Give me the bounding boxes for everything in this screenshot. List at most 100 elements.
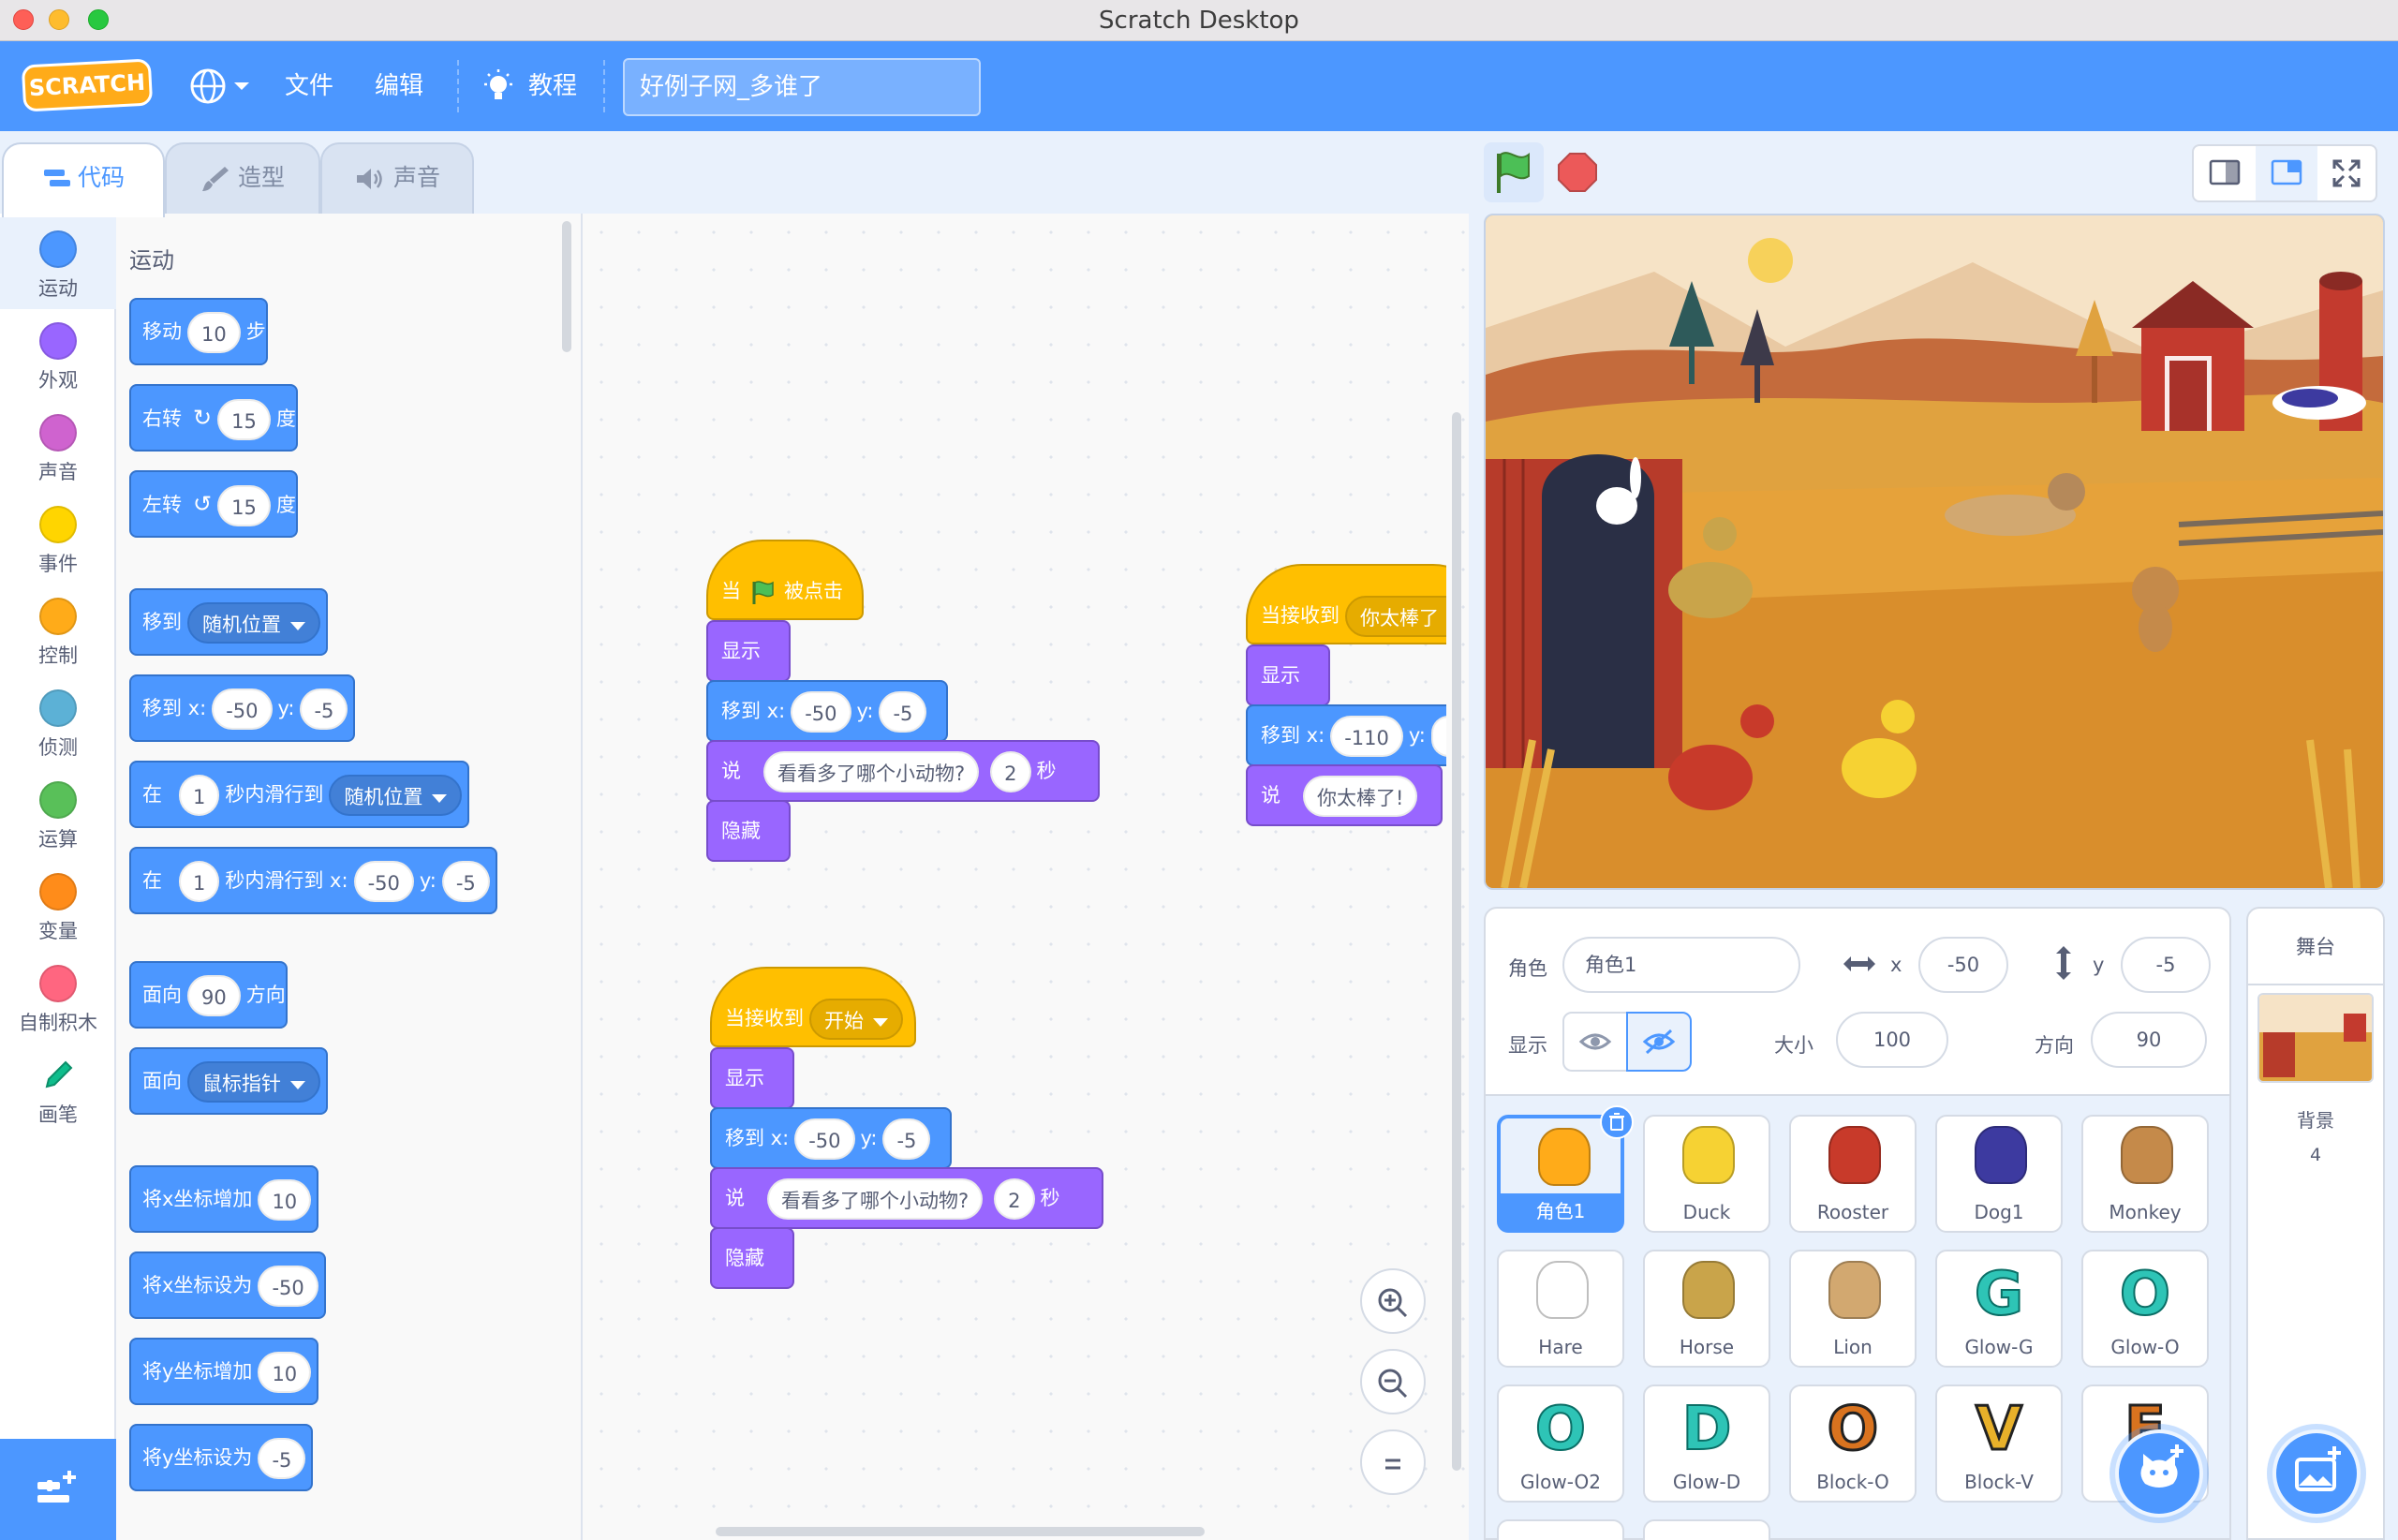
- seconds-input[interactable]: 1: [179, 861, 220, 902]
- x-value-input[interactable]: -50: [258, 1266, 318, 1307]
- fullscreen-button[interactable]: [2317, 146, 2376, 200]
- size-input[interactable]: 100: [1836, 1012, 1948, 1068]
- goto-target-dropdown[interactable]: 随机位置: [187, 602, 320, 644]
- choose-sprite-button[interactable]: [2115, 1429, 2203, 1518]
- turn-left-block[interactable]: 左转 ↺ 15 度: [129, 470, 298, 538]
- scratch-logo[interactable]: SCRATCH: [21, 58, 154, 112]
- sprite-tile[interactable]: Monkey: [2081, 1115, 2209, 1233]
- green-flag-button[interactable]: [1484, 142, 1544, 202]
- when-i-receive-hat[interactable]: 当接收到 你太棒了: [1246, 564, 1446, 644]
- sprite-tile[interactable]: 角色1: [1497, 1105, 1634, 1233]
- category-7[interactable]: 变量: [0, 860, 116, 952]
- project-title-input[interactable]: 好例子网_多谁了: [623, 58, 981, 116]
- sprite-tile[interactable]: D Glow-D: [1643, 1385, 1770, 1503]
- message-dropdown[interactable]: 开始: [809, 999, 903, 1040]
- category-8[interactable]: 自制积木: [0, 952, 116, 1044]
- y-position-input[interactable]: -5: [2121, 937, 2211, 993]
- x-input[interactable]: -50: [353, 861, 414, 902]
- choose-backdrop-button[interactable]: [2272, 1429, 2361, 1518]
- tab-code[interactable]: 代码: [2, 142, 165, 217]
- file-menu[interactable]: 文件: [285, 41, 333, 131]
- change-x-block[interactable]: 将x坐标增加 10: [129, 1165, 319, 1233]
- sprite-tile[interactable]: O Block-O: [1789, 1385, 1917, 1503]
- category-9[interactable]: 画笔: [0, 1044, 116, 1135]
- sprite-tile[interactable]: V Block-V: [1935, 1385, 2063, 1503]
- hide-block[interactable]: 隐藏: [706, 800, 791, 862]
- x-input[interactable]: -50: [794, 1118, 855, 1160]
- sprite-tile[interactable]: [1643, 1519, 1770, 1540]
- sprite-tile[interactable]: [1497, 1519, 1624, 1540]
- category-5[interactable]: 侦测: [0, 676, 116, 768]
- zoom-reset-button[interactable]: [1360, 1429, 1426, 1495]
- x-input[interactable]: -50: [791, 691, 851, 733]
- point-direction-block[interactable]: 面向 90 方向: [129, 961, 288, 1029]
- category-2[interactable]: 声音: [0, 401, 116, 493]
- when-flag-clicked-hat[interactable]: 当被点击: [706, 540, 864, 620]
- sprite-tile[interactable]: G Glow-G: [1935, 1250, 2063, 1368]
- stage-canvas[interactable]: [1484, 214, 2385, 890]
- direction-input[interactable]: 90: [187, 975, 241, 1016]
- tab-costumes[interactable]: 造型: [165, 142, 320, 215]
- sprite-tile[interactable]: O Glow-O: [2081, 1250, 2209, 1368]
- add-extension-button[interactable]: [0, 1439, 116, 1540]
- sprite-tile[interactable]: Horse: [1643, 1250, 1770, 1368]
- category-0[interactable]: 运动: [0, 217, 116, 309]
- hide-sprite-button[interactable]: [1626, 1012, 1692, 1072]
- dx-input[interactable]: 10: [258, 1179, 312, 1221]
- sprite-name-input[interactable]: 角色1: [1562, 937, 1800, 993]
- set-y-block[interactable]: 将y坐标设为 -5: [129, 1424, 314, 1491]
- when-i-receive-hat[interactable]: 当接收到 开始: [710, 967, 916, 1047]
- sprite-tile[interactable]: Rooster: [1789, 1115, 1917, 1233]
- message-dropdown[interactable]: 你太棒了: [1345, 596, 1446, 637]
- x-input[interactable]: -50: [212, 689, 273, 730]
- y-input[interactable]: [1430, 716, 1446, 757]
- category-1[interactable]: 外观: [0, 309, 116, 401]
- goto-xy-block[interactable]: 移到 x: -50 y: -5: [129, 674, 356, 742]
- message-input[interactable]: 看看多了哪个小动物?: [763, 751, 980, 792]
- glide-target-dropdown[interactable]: 随机位置: [329, 775, 463, 816]
- category-4[interactable]: 控制: [0, 585, 116, 676]
- show-sprite-button[interactable]: [1562, 1012, 1628, 1072]
- degrees-input[interactable]: 15: [217, 485, 271, 526]
- show-block[interactable]: 显示: [706, 620, 791, 682]
- y-input[interactable]: -5: [882, 1118, 931, 1160]
- y-input[interactable]: -5: [441, 861, 490, 902]
- sprite-tile[interactable]: O Glow-O2: [1497, 1385, 1624, 1503]
- tutorials-button[interactable]: 教程: [480, 66, 601, 107]
- degrees-input[interactable]: 15: [217, 399, 271, 440]
- say-for-secs-block[interactable]: 说看看多了哪个小动物? 2 秒: [710, 1167, 1103, 1229]
- goto-xy-block[interactable]: 移到 x: -50 y: -5: [710, 1107, 952, 1169]
- message-input[interactable]: 你太棒了!: [1303, 776, 1418, 817]
- seconds-input[interactable]: 2: [994, 1178, 1035, 1220]
- sprite-tile[interactable]: Hare: [1497, 1250, 1624, 1368]
- say-for-secs-block[interactable]: 说看看多了哪个小动物? 2 秒: [706, 740, 1100, 802]
- edit-menu[interactable]: 编辑: [375, 41, 423, 131]
- workspace-vertical-scrollbar[interactable]: [1452, 412, 1461, 1471]
- message-input[interactable]: 看看多了哪个小动物?: [767, 1178, 984, 1220]
- hide-block[interactable]: 隐藏: [710, 1227, 794, 1289]
- delete-sprite-button[interactable]: [1600, 1105, 1634, 1139]
- towards-target-dropdown[interactable]: 鼠标指针: [187, 1061, 320, 1103]
- goto-xy-block[interactable]: 移到 x: -110 y:: [1246, 704, 1446, 766]
- say-block[interactable]: 说你太棒了!: [1246, 764, 1443, 826]
- show-block[interactable]: 显示: [1246, 644, 1330, 706]
- workspace-horizontal-scrollbar[interactable]: [716, 1527, 1205, 1536]
- set-x-block[interactable]: 将x坐标设为 -50: [129, 1251, 326, 1319]
- sprite-tile[interactable]: Dog1: [1935, 1115, 2063, 1233]
- palette-scrollbar[interactable]: [562, 221, 571, 352]
- y-value-input[interactable]: -5: [258, 1438, 306, 1479]
- small-stage-button[interactable]: [2194, 146, 2256, 200]
- seconds-input[interactable]: 2: [990, 751, 1031, 792]
- point-towards-block[interactable]: 面向 鼠标指针: [129, 1047, 328, 1115]
- tab-sounds[interactable]: 声音: [320, 142, 474, 215]
- direction-input[interactable]: 90: [2091, 1012, 2207, 1068]
- seconds-input[interactable]: 1: [179, 775, 220, 816]
- move-steps-block[interactable]: 移动 10 步: [129, 298, 268, 365]
- y-input[interactable]: -5: [300, 689, 348, 730]
- language-menu[interactable]: [187, 67, 253, 105]
- goto-xy-block[interactable]: 移到 x: -50 y: -5: [706, 680, 948, 742]
- dy-input[interactable]: 10: [258, 1352, 312, 1393]
- glide-xy-block[interactable]: 在 1 秒内滑行到 x: -50 y: -5: [129, 847, 497, 914]
- stop-button[interactable]: [1555, 150, 1600, 195]
- normal-stage-button[interactable]: [2256, 146, 2317, 200]
